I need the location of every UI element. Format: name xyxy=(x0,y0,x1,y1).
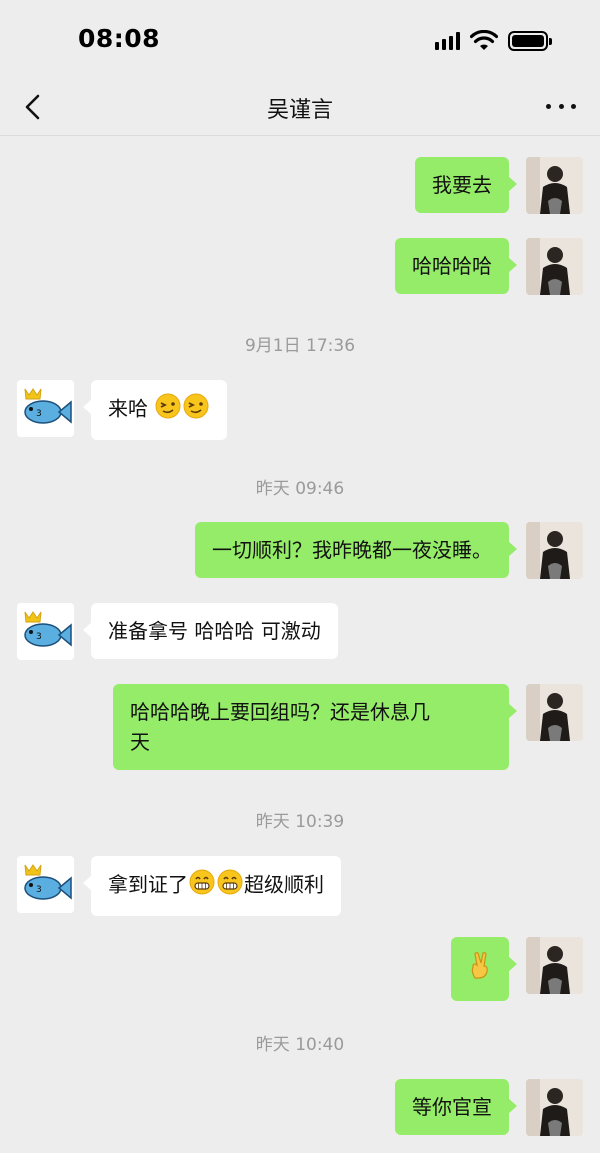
message-text-line: 天 xyxy=(130,730,150,754)
wink-face-icon xyxy=(182,393,210,427)
message-bubble[interactable]: 准备拿号 哈哈哈 可激动 xyxy=(83,603,338,659)
my-avatar[interactable] xyxy=(526,684,583,741)
status-time: 08:08 xyxy=(78,24,161,53)
message-bubble[interactable]: 哈哈哈哈 xyxy=(395,238,517,294)
message-bubble[interactable]: 拿到证了 超级顺利 xyxy=(83,856,341,916)
message-text-line: 哈哈哈晚上要回组吗？还是休息几 xyxy=(130,700,430,724)
wifi-icon xyxy=(470,30,498,50)
person-avatar-icon xyxy=(526,522,583,579)
message-row: 哈哈哈晚上要回组吗？还是休息几 天 xyxy=(0,684,600,770)
message-bubble[interactable]: 等你官宣 xyxy=(395,1079,517,1135)
fish-avatar-icon: 3 xyxy=(17,856,74,913)
wink-face-icon xyxy=(154,393,182,427)
contact-avatar[interactable]: 3 xyxy=(17,603,74,660)
message-bubble[interactable]: 一切顺利？我昨晚都一夜没睡。 xyxy=(195,522,517,578)
person-avatar-icon xyxy=(526,1079,583,1136)
chat-header: 吴谨言 xyxy=(0,80,600,136)
message-text: 一切顺利？我昨晚都一夜没睡。 xyxy=(212,538,492,562)
svg-text:3: 3 xyxy=(36,632,42,642)
my-avatar[interactable] xyxy=(526,157,583,214)
contact-avatar[interactable]: 3 xyxy=(17,856,74,913)
my-avatar[interactable] xyxy=(526,522,583,579)
status-bar: 08:08 xyxy=(0,0,600,80)
chat-title: 吴谨言 xyxy=(266,98,333,123)
contact-avatar[interactable]: 3 xyxy=(17,380,74,437)
message-bubble[interactable] xyxy=(451,937,517,1001)
battery-icon xyxy=(508,31,552,51)
fish-avatar-icon: 3 xyxy=(17,603,74,660)
grin-face-icon xyxy=(216,869,244,903)
cellular-signal-icon xyxy=(435,32,460,50)
victory-hand-icon xyxy=(465,950,495,988)
svg-text:3: 3 xyxy=(36,409,42,419)
timestamp: 昨天 09:46 xyxy=(255,479,345,499)
message-row: 3 来哈 xyxy=(0,380,600,440)
my-avatar[interactable] xyxy=(526,238,583,295)
fish-avatar-icon: 3 xyxy=(17,380,74,437)
status-icons xyxy=(435,30,552,52)
message-bubble[interactable]: 哈哈哈晚上要回组吗？还是休息几 天 xyxy=(113,684,517,770)
timestamp: 昨天 10:39 xyxy=(255,812,345,832)
message-row: 哈哈哈哈 xyxy=(0,238,600,295)
message-text: 我要去 xyxy=(432,173,492,197)
message-text: 等你官宣 xyxy=(412,1095,492,1119)
svg-text:3: 3 xyxy=(36,885,42,895)
message-text: 哈哈哈哈 xyxy=(412,254,492,278)
message-row: 3 准备拿号 哈哈哈 可激动 xyxy=(0,603,600,660)
grin-face-icon xyxy=(188,869,216,903)
message-bubble[interactable]: 来哈 xyxy=(82,380,228,440)
my-avatar[interactable] xyxy=(526,937,583,994)
message-row: 一切顺利？我昨晚都一夜没睡。 xyxy=(0,522,600,579)
my-avatar[interactable] xyxy=(526,1079,583,1136)
timestamp: 9月1日 17:36 xyxy=(244,336,356,356)
message-text: 准备拿号 哈哈哈 可激动 xyxy=(108,619,321,643)
person-avatar-icon xyxy=(526,937,583,994)
person-avatar-icon xyxy=(526,238,583,295)
message-row: 我要去 xyxy=(0,157,600,214)
person-avatar-icon xyxy=(526,157,583,214)
message-row: 3 拿到证了 超级顺利 xyxy=(0,856,600,916)
more-options-icon[interactable] xyxy=(546,94,576,118)
message-text: 拿到证了 xyxy=(108,872,188,897)
timestamp: 昨天 10:40 xyxy=(255,1035,345,1055)
message-text: 来哈 xyxy=(108,396,148,421)
message-bubble[interactable]: 我要去 xyxy=(415,157,517,213)
message-row: 等你官宣 xyxy=(0,1079,600,1136)
person-avatar-icon xyxy=(526,684,583,741)
message-row xyxy=(0,937,600,1001)
message-text: 超级顺利 xyxy=(244,872,324,897)
